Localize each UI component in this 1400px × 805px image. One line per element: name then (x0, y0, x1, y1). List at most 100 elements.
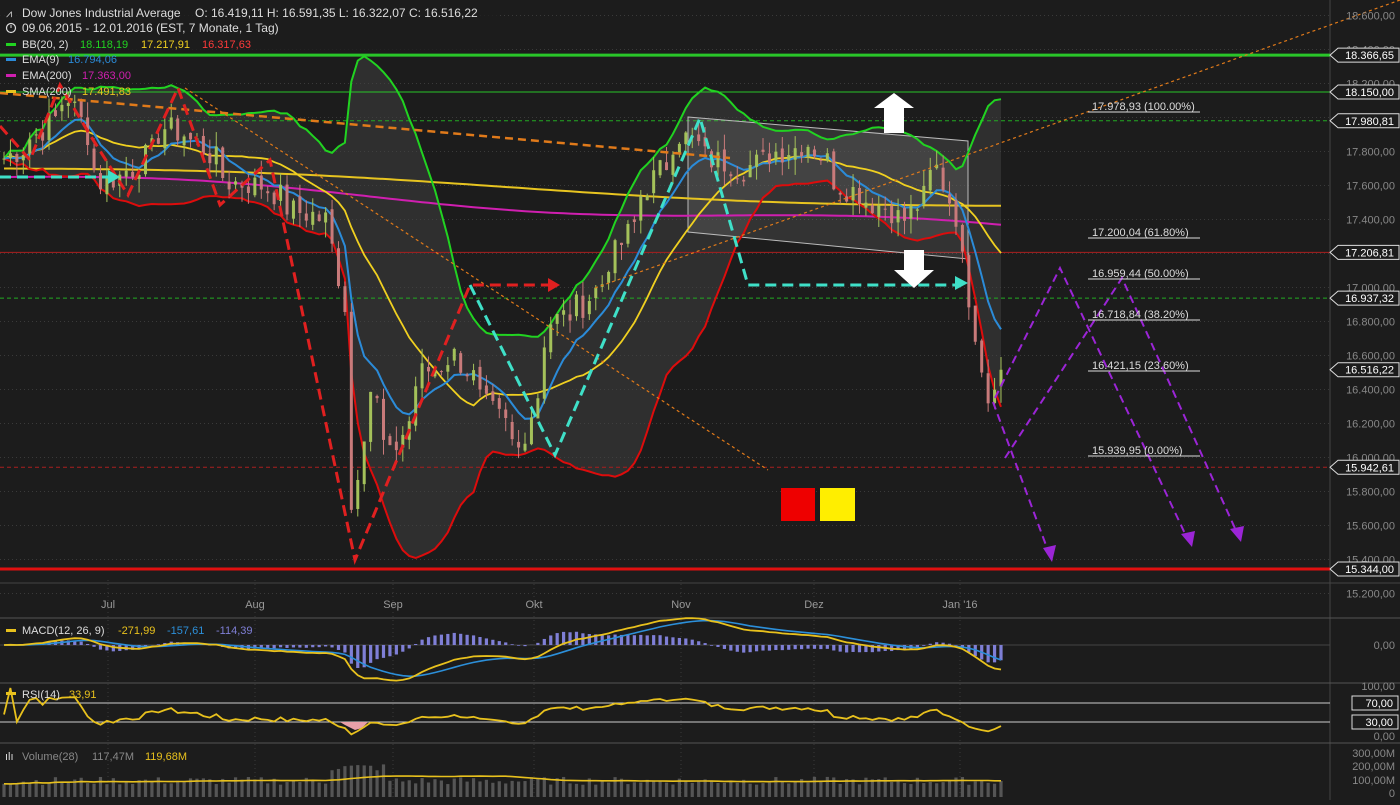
macd-histogram-bar (549, 635, 552, 645)
candle-body (234, 181, 237, 184)
volume-bar (929, 782, 932, 797)
candle-body (569, 314, 572, 320)
candle-body (588, 301, 591, 314)
macd-histogram-bar (157, 644, 160, 645)
candle-body (80, 99, 83, 117)
volume-bar (137, 780, 140, 797)
candle-body (794, 148, 797, 160)
volume-bar (813, 777, 816, 797)
candle-body (909, 206, 912, 219)
candle-body (781, 149, 784, 163)
price-axis-label: 16.200,00 (1346, 419, 1395, 431)
volume-bar (607, 782, 610, 797)
rsi-70-tag: 70,00 (1365, 698, 1393, 710)
candle-body (125, 171, 128, 177)
candle-body (671, 155, 674, 175)
volume-bar (530, 777, 533, 797)
volume-bar (511, 781, 514, 797)
volume-bar (266, 783, 269, 797)
candle-body (974, 306, 977, 342)
candle-body (427, 367, 430, 371)
volume-bar (163, 783, 166, 797)
macd-histogram-bar (755, 645, 758, 651)
volume-bar (806, 783, 809, 797)
candle-body (800, 152, 803, 156)
candle-body (318, 214, 321, 221)
candle-body (298, 196, 301, 213)
volume-bar (909, 784, 912, 797)
volume-bar (877, 779, 880, 797)
macd-histogram-bar (665, 637, 668, 645)
volume-bar (395, 778, 398, 797)
volume-bar (47, 783, 50, 797)
macd-histogram-bar (800, 645, 803, 649)
volume-bar (839, 784, 842, 797)
macd-value-1: -271,99 (118, 625, 155, 637)
candle-body (221, 147, 224, 178)
volume-bar (556, 778, 559, 797)
macd-histogram-bar (420, 640, 423, 645)
volume-axis-0: 0 (1389, 788, 1395, 800)
volume-bar (285, 782, 288, 797)
macd-histogram-bar (99, 645, 102, 650)
volume-bar (684, 781, 687, 797)
macd-histogram-bar (819, 645, 822, 649)
macd-histogram-bar (478, 637, 481, 645)
macd-histogram-bar (626, 635, 629, 645)
macd-histogram-bar (704, 643, 707, 645)
candle-body (28, 139, 31, 153)
volume-bar (157, 777, 160, 797)
candle-body (614, 240, 617, 273)
candle-body (742, 180, 745, 182)
macd-histogram-bar (716, 645, 719, 647)
volume-label: Volume(28) (22, 751, 78, 763)
price-axis-label: 16.600,00 (1346, 351, 1395, 363)
red-marker-box (781, 488, 815, 521)
candle-body (485, 385, 488, 393)
volume-bar (208, 779, 211, 797)
volume-bar (375, 770, 378, 797)
macd-histogram-bar (652, 635, 655, 645)
volume-bar (890, 782, 893, 797)
candle-body (620, 243, 623, 245)
volume-bar (999, 781, 1002, 797)
candle-body (762, 150, 765, 152)
rsi-axis-top: 100,00 (1361, 681, 1395, 693)
volume-bar (826, 777, 829, 797)
macd-histogram-bar (954, 645, 957, 646)
volume-bar (324, 784, 327, 797)
volume-bar (646, 780, 649, 797)
volume-bar (273, 779, 276, 797)
rsi-label: RSI(14) (22, 689, 60, 701)
macd-histogram-bar (781, 645, 784, 650)
volume-bar (974, 781, 977, 797)
candle-body (170, 117, 173, 128)
macd-histogram-bar (877, 645, 880, 651)
macd-histogram-bar (761, 645, 764, 651)
candle-body (723, 149, 726, 171)
volume-bar (549, 785, 552, 797)
volume-bar (755, 785, 758, 797)
macd-histogram-bar (459, 634, 462, 645)
candle-body (395, 442, 398, 450)
volume-bar (671, 784, 674, 797)
volume-bar (794, 781, 797, 797)
fib-label-50: 16.959,44 (50.00%) (1092, 268, 1189, 280)
candle-body (376, 396, 379, 398)
candle-body (337, 248, 340, 286)
macd-histogram-bar (414, 644, 417, 645)
volume-bar (594, 785, 597, 797)
volume-bar (523, 781, 526, 797)
sma200-swatch (6, 90, 16, 93)
volume-bar (453, 779, 456, 797)
macd-histogram-bar (723, 645, 726, 649)
candle-body (446, 365, 449, 372)
candle-body (916, 209, 919, 210)
candle-body (826, 153, 829, 160)
macd-axis-zero: 0,00 (1374, 640, 1395, 652)
volume-bar (922, 783, 925, 797)
candle-body (292, 201, 295, 219)
bb-label: BB(20, 2) (22, 39, 68, 51)
macd-histogram-bar (993, 645, 996, 662)
macd-histogram-bar (446, 634, 449, 645)
